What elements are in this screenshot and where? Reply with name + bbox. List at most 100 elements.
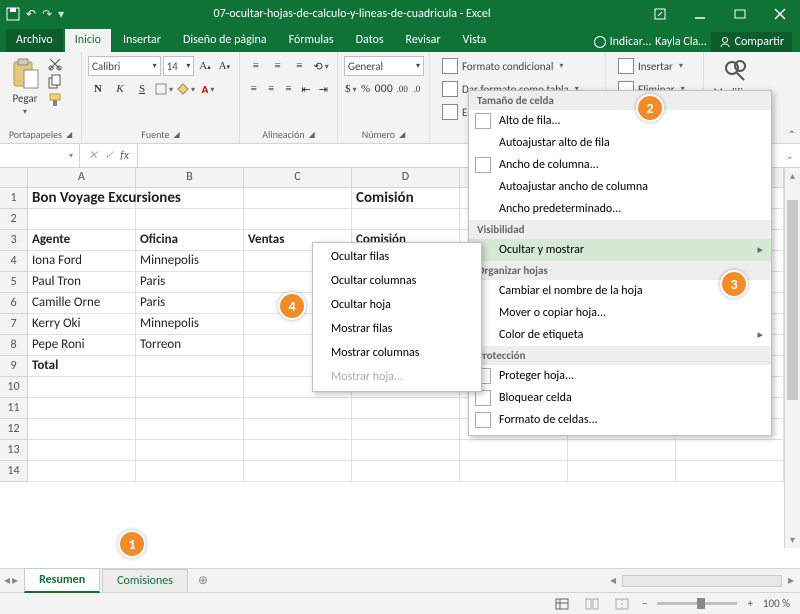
cell[interactable]: Iona Ford [28, 251, 136, 272]
menu-move-copy-sheet[interactable]: Mover o copiar hoja... [469, 302, 771, 324]
cell[interactable]: Agente [28, 230, 136, 251]
menu-tab-color[interactable]: Color de etiqueta [469, 324, 771, 346]
page-layout-view-icon[interactable] [582, 596, 602, 612]
align-center-icon[interactable]: ≡ [263, 79, 278, 99]
menu-lock-cell[interactable]: Bloquear celda [469, 387, 771, 409]
submenu-hide-columns[interactable]: Ocultar columnas [313, 269, 481, 293]
tab-formulas[interactable]: Fórmulas [279, 29, 344, 52]
indent-dec-icon[interactable]: ⇤ [298, 79, 313, 99]
row-header[interactable]: 8 [0, 335, 28, 356]
close-button[interactable] [760, 0, 800, 28]
submenu-unhide-columns[interactable]: Mostrar columnas [313, 341, 481, 365]
increase-decimal-icon[interactable]: .00 [396, 79, 409, 99]
font-size-combo[interactable]: 14▾ [163, 56, 195, 76]
zoom-level[interactable]: 100 % [763, 597, 790, 610]
sheet-tab-resumen[interactable]: Resumen [24, 568, 100, 593]
row-header[interactable]: 12 [0, 419, 28, 440]
conditional-formatting-button[interactable]: Formato condicional [436, 56, 599, 76]
menu-format-cells[interactable]: Formato de celdas... [469, 409, 771, 431]
col-header[interactable]: A [28, 168, 136, 188]
indent-inc-icon[interactable]: ⇥ [316, 79, 331, 99]
row-header[interactable]: 7 [0, 314, 28, 335]
decrease-font-icon[interactable]: A▾ [216, 56, 233, 76]
cell[interactable]: Paris [136, 272, 244, 293]
row-header[interactable]: 9 [0, 356, 28, 377]
align-middle-icon[interactable]: ≡ [268, 56, 288, 76]
font-name-combo[interactable]: Calibri▾ [88, 56, 161, 76]
horizontal-scrollbar[interactable] [622, 575, 782, 587]
tab-page-layout[interactable]: Diseño de página [173, 29, 277, 52]
menu-row-height[interactable]: Alto de fila... [469, 110, 771, 132]
row-header[interactable]: 4 [0, 251, 28, 272]
normal-view-icon[interactable] [552, 596, 572, 612]
save-icon[interactable] [6, 7, 20, 21]
row-header[interactable]: 6 [0, 293, 28, 314]
tab-scroll-first-icon[interactable]: ◂ [4, 573, 10, 588]
menu-autofit-row[interactable]: Autoajustar alto de fila [469, 132, 771, 154]
font-color-button[interactable]: A [198, 79, 218, 99]
select-all-corner[interactable] [0, 168, 28, 188]
cancel-icon[interactable]: ✕ [88, 148, 98, 163]
tab-data[interactable]: Datos [346, 29, 394, 52]
menu-hide-unhide[interactable]: Ocultar y mostrar [469, 239, 771, 261]
increase-font-icon[interactable]: A▴ [196, 56, 213, 76]
align-top-icon[interactable]: ≡ [246, 56, 266, 76]
format-painter-icon[interactable] [47, 92, 63, 108]
hscroll-right-icon[interactable]: ▸ [782, 573, 800, 588]
menu-autofit-column[interactable]: Autoajustar ancho de columna [469, 176, 771, 198]
cell[interactable]: Bon Voyage Excursiones [28, 188, 136, 209]
col-header[interactable]: D [352, 168, 460, 188]
cut-icon[interactable] [47, 56, 63, 72]
insert-cells-button[interactable]: Insertar [612, 56, 697, 76]
underline-button[interactable]: S [132, 79, 152, 99]
col-header[interactable]: B [136, 168, 244, 188]
tab-scroll-last-icon[interactable]: ▸ [12, 573, 18, 588]
menu-column-width[interactable]: Ancho de columna... [469, 154, 771, 176]
name-box[interactable]: ▾ [0, 144, 80, 167]
redo-icon[interactable]: ↷ [42, 7, 52, 22]
sheet-tab-comisiones[interactable]: Comisiones [102, 569, 188, 592]
tab-insert[interactable]: Insertar [113, 29, 171, 52]
submenu-hide-rows[interactable]: Ocultar filas [313, 245, 481, 269]
minimize-button[interactable] [680, 0, 720, 28]
cell[interactable]: Paris [136, 293, 244, 314]
col-header[interactable]: C [244, 168, 352, 188]
fx-icon[interactable]: fx [120, 149, 129, 163]
cell[interactable]: Kerry Oki [28, 314, 136, 335]
bold-button[interactable]: N [88, 79, 108, 99]
paste-button[interactable]: Pegar ▾ [6, 56, 44, 119]
menu-protect-sheet[interactable]: Proteger hoja... [469, 365, 771, 387]
zoom-slider[interactable] [657, 602, 737, 605]
tab-home[interactable]: Inicio [65, 29, 111, 52]
new-sheet-button[interactable]: ⊕ [188, 569, 218, 592]
enter-icon[interactable]: ✓ [104, 148, 114, 163]
tell-me[interactable]: Indicar… [610, 35, 652, 49]
zoom-out-icon[interactable]: − [642, 597, 647, 610]
align-right-icon[interactable]: ≡ [281, 79, 296, 99]
cell[interactable]: Minnepolis [136, 314, 244, 335]
cell[interactable]: Camille Orne [28, 293, 136, 314]
row-header[interactable]: 1 [0, 188, 28, 209]
tellme-icon[interactable] [594, 36, 606, 48]
row-header[interactable]: 2 [0, 209, 28, 230]
fill-color-button[interactable] [176, 79, 196, 99]
cell[interactable]: Paul Tron [28, 272, 136, 293]
cell[interactable]: Torreon [136, 335, 244, 356]
tab-view[interactable]: Vista [453, 29, 497, 52]
row-header[interactable]: 5 [0, 272, 28, 293]
row-header[interactable]: 11 [0, 398, 28, 419]
tab-review[interactable]: Revisar [396, 29, 451, 52]
user-name[interactable]: Kayla Cla… [655, 35, 706, 49]
italic-button[interactable]: K [110, 79, 130, 99]
cell[interactable]: Pepe Roni [28, 335, 136, 356]
cell[interactable]: Oficina [136, 230, 244, 251]
vertical-scrollbar[interactable]: ▴ ▾ [784, 168, 800, 548]
percent-icon[interactable]: % [360, 79, 372, 99]
submenu-hide-sheet[interactable]: Ocultar hoja [313, 293, 481, 317]
zoom-in-icon[interactable]: + [747, 597, 752, 610]
menu-default-width[interactable]: Ancho predeterminado... [469, 198, 771, 220]
row-header[interactable]: 13 [0, 440, 28, 461]
row-header[interactable]: 3 [0, 230, 28, 251]
hscroll-left-icon[interactable]: ◂ [604, 573, 622, 588]
tab-file[interactable]: Archivo [6, 29, 63, 52]
